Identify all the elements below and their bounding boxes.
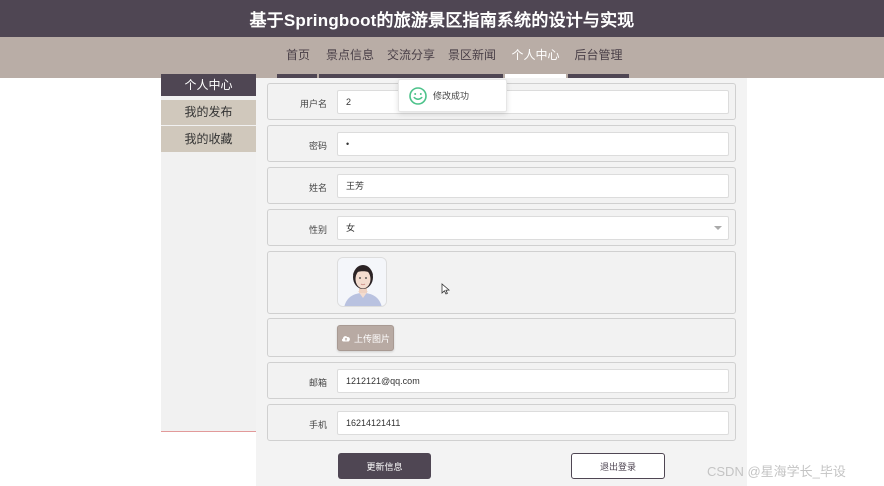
avatar-image xyxy=(337,257,387,307)
nav-item-attractions[interactable]: 景点信息 xyxy=(319,37,381,73)
nav-item-admin[interactable]: 后台管理 xyxy=(568,37,629,73)
logout-button[interactable]: 退出登录 xyxy=(571,453,665,479)
sidebar: 个人中心 我的发布 我的收藏 xyxy=(161,74,256,432)
update-info-button[interactable]: 更新信息 xyxy=(338,453,431,479)
form-row-password: 密码 • xyxy=(267,125,736,162)
success-toast: 修改成功 xyxy=(398,79,507,112)
name-label: 姓名 xyxy=(308,183,327,193)
form-row-email: 邮箱 1212121@qq.com xyxy=(267,362,736,399)
main-nav: 首页 景点信息 交流分享 景区新闻 个人中心 后台管理 xyxy=(0,37,884,78)
email-input[interactable]: 1212121@qq.com xyxy=(337,369,729,393)
chevron-down-icon xyxy=(714,226,722,230)
profile-form-panel: 用户名 2 密码 • 姓名 王芳 性别 女 上传图片 邮箱 1212121@qq… xyxy=(256,78,747,486)
username-label: 用户名 xyxy=(299,99,327,109)
site-title: 基于Springboot的旅游景区指南系统的设计与实现 xyxy=(249,11,635,30)
site-header: 基于Springboot的旅游景区指南系统的设计与实现 xyxy=(0,0,884,37)
password-input[interactable]: • xyxy=(337,132,729,156)
phone-input[interactable]: 16214121411 xyxy=(337,411,729,435)
sidebar-item-profile[interactable]: 个人中心 xyxy=(161,74,256,96)
page: 基于Springboot的旅游景区指南系统的设计与实现 首页 景点信息 交流分享… xyxy=(0,0,884,486)
form-row-upload: 上传图片 xyxy=(267,318,736,357)
upload-image-button[interactable]: 上传图片 xyxy=(337,325,394,351)
upload-image-label: 上传图片 xyxy=(353,333,390,344)
form-row-name: 姓名 王芳 xyxy=(267,167,736,204)
phone-label: 手机 xyxy=(308,420,327,430)
sidebar-item-favorites[interactable]: 我的收藏 xyxy=(161,126,256,152)
nav-item-profile[interactable]: 个人中心 xyxy=(505,37,566,73)
nav-item-news[interactable]: 景区新闻 xyxy=(441,37,503,73)
form-row-phone: 手机 16214121411 xyxy=(267,404,736,441)
gender-select-value: 女 xyxy=(346,223,356,233)
form-row-avatar xyxy=(267,251,736,314)
nav-item-home[interactable]: 首页 xyxy=(277,37,319,73)
nav-item-community[interactable]: 交流分享 xyxy=(381,37,441,73)
watermark: CSDN @星海学长_毕设 xyxy=(707,464,846,479)
email-label: 邮箱 xyxy=(308,378,327,388)
gender-select[interactable]: 女 xyxy=(337,216,729,240)
form-row-gender: 性别 女 xyxy=(267,209,736,246)
gender-label: 性别 xyxy=(308,225,327,235)
toast-message: 修改成功 xyxy=(433,91,470,101)
cloud-upload-icon xyxy=(341,336,350,342)
name-input[interactable]: 王芳 xyxy=(337,174,729,198)
sidebar-item-my-posts[interactable]: 我的发布 xyxy=(161,100,256,125)
smile-check-icon xyxy=(409,86,427,105)
username-input[interactable]: 2 xyxy=(337,90,729,114)
password-label: 密码 xyxy=(308,141,327,151)
mouse-cursor-icon xyxy=(441,283,450,295)
